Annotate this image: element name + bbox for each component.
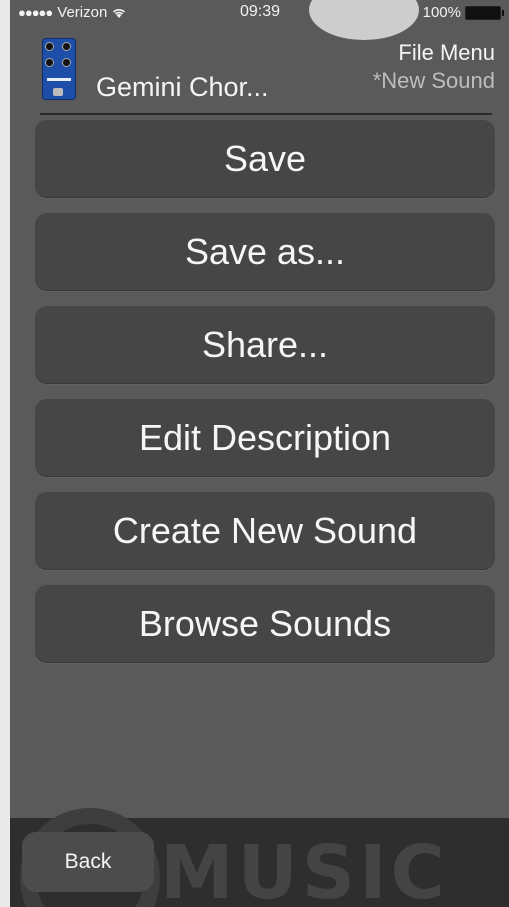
wifi-icon [113,8,126,18]
pedal-label [47,78,71,81]
carrier-label: Verizon [57,4,108,21]
battery-icon [465,5,504,20]
back-button[interactable]: Back [22,832,154,892]
bottom-bar: MUSIC Back [10,808,509,907]
clock: 09:39 [240,3,281,20]
device-name: Gemini Chor... [96,72,269,102]
battery-percent: 100% [422,4,461,21]
status-bar: ●●●●● Verizon 09:39 100% [10,0,509,40]
save-button[interactable]: Save [35,120,495,198]
pedal-icon [42,38,76,100]
browse-sounds-button[interactable]: Browse Sounds [35,585,495,663]
left-edge [0,0,10,907]
status-right: 100% [422,4,504,21]
pedal-footswitch [53,88,63,96]
header-divider [40,113,492,115]
sound-name: *New Sound [372,68,495,93]
menu-title: File Menu [398,40,495,65]
signal-strength-icon: ●●●●● [18,5,53,20]
pedal-knob [62,58,71,67]
pedal-knob [62,42,71,51]
phone-screen: ●●●●● Verizon 09:39 100% Gemini Chor... … [10,0,509,907]
file-menu: Save Save as... Share... Edit Descriptio… [35,120,495,678]
pedal-knob [45,42,54,51]
create-new-sound-button[interactable]: Create New Sound [35,492,495,570]
pedal-knob [45,58,54,67]
save-as-button[interactable]: Save as... [35,213,495,291]
status-left: ●●●●● Verizon [18,4,126,21]
share-button[interactable]: Share... [35,306,495,384]
header: Gemini Chor... File Menu *New Sound [10,26,509,110]
edit-description-button[interactable]: Edit Description [35,399,495,477]
watermark-text: MUSIC [160,830,449,907]
